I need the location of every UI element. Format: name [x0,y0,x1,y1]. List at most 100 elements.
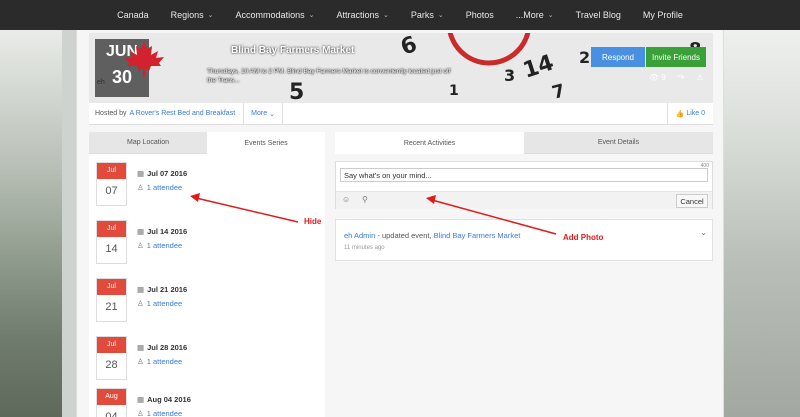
series-item: Jul 07 ▦ Jul 07 2016 ♙ 1 attendee [89,162,325,218]
calendar-badge: Jul 14 [96,220,127,264]
host-link[interactable]: A Rover's Rest Bed and Breakfast [130,110,236,117]
calendar-month: Jul [97,163,126,179]
tab-events-series[interactable]: Events Series [207,132,325,154]
tab-recent-activities[interactable]: Recent Activities [335,132,524,154]
status-input[interactable] [340,168,708,182]
top-navigation: Canada Regions ⌄ Accommodations ⌄ Attracti… [0,0,800,30]
composer-toolbar: ☺ ⚲ Cancel [336,191,712,209]
location-pin-icon[interactable]: ⚲ [362,195,368,204]
activity-action: - updated event, [375,231,434,240]
series-date[interactable]: ▦ Jul 28 2016 [137,343,187,352]
attendee-link[interactable]: ♙ 1 attendee [137,299,182,308]
nav-label: ...More [515,10,544,20]
cancel-button[interactable]: Cancel [676,194,708,208]
series-item: Jul 14 ▦ Jul 14 2016 ♙ 1 attendee [89,220,325,276]
user-icon: ♙ [137,409,144,417]
event-stats: 👁 9 ↷ ⚠ [649,73,704,82]
emoji-icon[interactable]: ☺ [342,195,350,204]
right-tabs: Recent Activities Event Details [335,132,713,154]
activity-event-link[interactable]: Blind Bay Farmers Market [434,231,521,240]
like-button[interactable]: 👍 Like 0 [666,102,713,125]
annotation-add-photo: Add Photo [563,233,604,242]
chevron-down-icon: ⌄ [308,12,315,19]
event-page-panel: 6 3 14 7 5 1 2 8 JUN 30 eh Blind Bay Far… [76,30,724,417]
nav-label: Travel Blog [575,10,621,20]
event-cover: 6 3 14 7 5 1 2 8 JUN 30 eh Blind Bay Far… [89,33,713,103]
activity-timestamp: 11 minutes ago [344,245,385,251]
background-right [718,30,800,417]
series-item: Jul 28 ▦ Jul 28 2016 ♙ 1 attendee [89,336,325,392]
share-icon[interactable]: ↷ [678,73,685,82]
svg-text:2: 2 [579,48,590,67]
calendar-month: Jul [97,279,126,295]
activity-text: eh Admin - updated event, Blind Bay Farm… [344,231,520,240]
nav-travel-blog[interactable]: Travel Blog [565,10,632,20]
calendar-day: 14 [105,243,118,255]
svg-text:3: 3 [504,66,515,85]
attendee-link[interactable]: ♙ 1 attendee [137,357,182,366]
activity-user-link[interactable]: eh Admin [344,231,375,240]
nav-label: Canada [117,10,149,20]
views-count: 👁 9 [649,73,666,82]
series-date[interactable]: ▦ Aug 04 2016 [137,395,191,404]
calendar-badge: Aug 04 [96,388,127,417]
nav-label: Parks [410,10,434,20]
event-description: Thursdays, 10 AM to 2 PM. Blind Bay Farm… [207,68,451,84]
eye-icon: 👁 [649,73,660,82]
series-date[interactable]: ▦ Jul 14 2016 [137,227,187,236]
nav-label: Attractions [336,10,379,20]
nav-my-profile[interactable]: My Profile [632,10,694,20]
series-date[interactable]: ▦ Jul 21 2016 [137,285,187,294]
nav-photos[interactable]: Photos [455,10,505,20]
chevron-down-icon: ⌄ [269,110,275,118]
calendar-icon: ▦ [137,227,145,236]
hosted-by-label: Hosted by [95,110,127,117]
user-icon: ♙ [137,241,144,250]
calendar-badge: Jul 21 [96,278,127,322]
series-date[interactable]: ▦ Jul 07 2016 [137,169,187,178]
calendar-icon: ▦ [137,395,145,404]
thumbs-up-icon: 👍 [675,110,685,118]
user-icon: ♙ [137,183,144,192]
nav-more[interactable]: ...More ⌄ [505,10,565,20]
chevron-down-icon[interactable]: ⌄ [700,228,707,237]
svg-text:1: 1 [449,83,459,99]
calendar-day: 28 [105,359,118,371]
calendar-icon: ▦ [137,169,145,178]
nav-accommodations[interactable]: Accommodations ⌄ [225,10,326,20]
tab-event-details[interactable]: Event Details [524,132,713,154]
activity-column: Recent Activities Event Details 400 ☺ ⚲ … [335,132,713,417]
nav-label: Photos [465,10,494,20]
calendar-badge: Jul 07 [96,162,127,206]
background-left [0,30,62,417]
more-dropdown[interactable]: More ⌄ [243,102,283,125]
left-tabs: Map Location Events Series [89,132,325,154]
nav-attractions[interactable]: Attractions ⌄ [325,10,399,20]
event-title: Blind Bay Farmers Market [231,45,355,56]
attendee-link[interactable]: ♙ 1 attendee [137,183,182,192]
user-icon: ♙ [137,299,144,308]
calendar-month: Jul [97,221,126,237]
maple-leaf-logo [124,41,164,77]
tab-map-location[interactable]: Map Location [89,132,207,154]
calendar-icon: ▦ [137,285,145,294]
nav-label: My Profile [642,10,683,20]
nav-regions[interactable]: Regions ⌄ [160,10,225,20]
attendee-link[interactable]: ♙ 1 attendee [137,241,182,250]
calendar-icon: ▦ [137,343,145,352]
calendar-month: Jul [97,337,126,353]
user-icon: ♙ [137,357,144,366]
calendar-day: 21 [105,301,118,313]
respond-button[interactable]: Respond [591,47,645,67]
annotation-hide: Hide [304,217,322,226]
calendar-day: 07 [105,185,118,197]
attendee-link[interactable]: ♙ 1 attendee [137,409,182,417]
nav-canada[interactable]: Canada [106,10,160,20]
chevron-down-icon: ⌄ [437,12,444,19]
report-icon[interactable]: ⚠ [697,73,704,82]
chevron-down-icon: ⌄ [547,12,554,19]
invite-friends-button[interactable]: Invite Friends [646,47,706,67]
nav-parks[interactable]: Parks ⌄ [400,10,455,20]
nav-label: Accommodations [235,10,305,20]
hosted-by-bar: Hosted by A Rover's Rest Bed and Breakfa… [89,102,713,125]
